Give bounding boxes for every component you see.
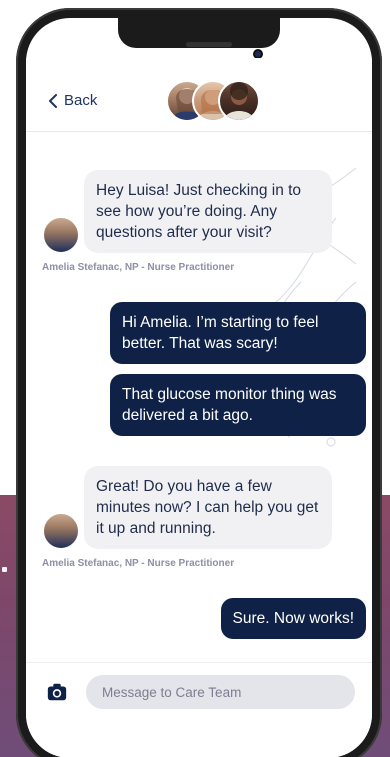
phone-frame: Back Hey Luisa! Just checking in to see … [16, 8, 382, 757]
message-composer [26, 662, 372, 757]
message-author: Amelia Stefanac, NP - Nurse Practitioner [42, 558, 235, 569]
incoming-message: Great! Do you have a few minutes now? I … [84, 466, 332, 549]
message-text: Great! Do you have a few minutes now? I … [96, 478, 319, 537]
front-camera [255, 51, 261, 57]
outgoing-message: Hi Amelia. I’m starting to feel better. … [110, 302, 366, 364]
message-input[interactable] [86, 675, 355, 709]
message-thread[interactable]: Hey Luisa! Just checking in to see how y… [26, 132, 372, 662]
outgoing-message: That glucose monitor thing was delivered… [110, 374, 366, 436]
message-text: That glucose monitor thing was delivered… [122, 386, 337, 424]
message-text: Sure. Now works! [232, 610, 354, 627]
care-team-avatars[interactable] [166, 80, 266, 122]
message-text: Hi Amelia. I’m starting to feel better. … [122, 314, 319, 352]
phone-screen: Back Hey Luisa! Just checking in to see … [26, 18, 372, 757]
speaker-grille [186, 42, 232, 47]
outgoing-message: Sure. Now works! [220, 598, 366, 639]
back-label: Back [64, 92, 98, 109]
sender-avatar [42, 512, 80, 550]
sender-avatar [42, 216, 80, 254]
chevron-left-icon [49, 93, 57, 108]
message-text: Hey Luisa! Just checking in to see how y… [96, 182, 302, 241]
person-icon [224, 82, 254, 120]
message-author: Amelia Stefanac, NP - Nurse Practitioner [42, 262, 235, 273]
incoming-message: Hey Luisa! Just checking in to see how y… [84, 170, 332, 253]
chat-header: Back [26, 58, 372, 132]
back-button[interactable]: Back [48, 92, 97, 109]
background-dot [2, 567, 7, 572]
care-team-avatar [218, 80, 260, 122]
camera-icon[interactable] [46, 681, 68, 703]
